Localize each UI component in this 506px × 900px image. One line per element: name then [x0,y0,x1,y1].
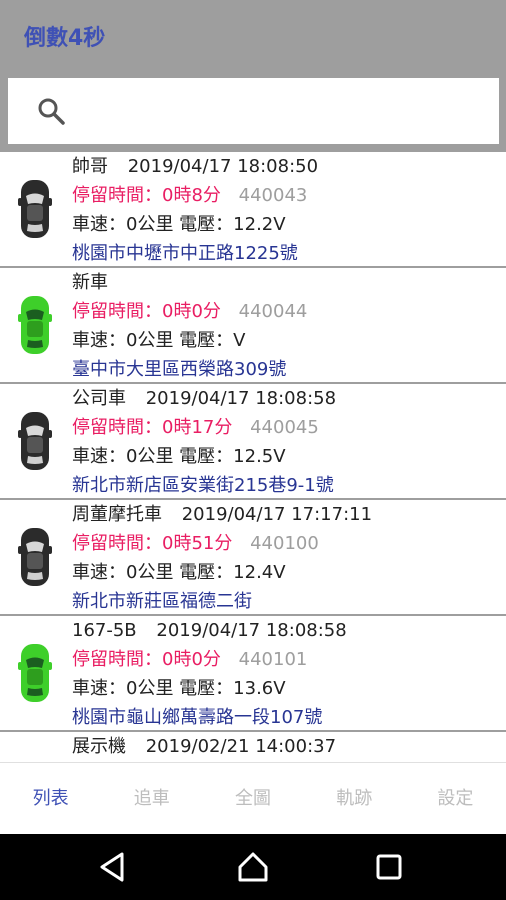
tab-trajectory[interactable]: 軌跡 [304,763,405,834]
vehicle-list[interactable]: 帥哥 2019/04/17 18:08:50 停留時間：0時8分 440043 … [0,152,506,762]
car-icon-green [18,644,52,702]
home-icon[interactable] [236,850,270,884]
vehicle-timestamp: 2019/04/17 17:17:11 [181,504,373,525]
tab-full-map[interactable]: 全圖 [202,763,303,834]
car-icon-green [18,296,52,354]
vehicle-timestamp: 2019/04/17 18:08:58 [145,388,337,409]
vehicle-header: 公司車 2019/04/17 18:08:58 [72,387,336,411]
vehicle-status: 車速：0公里 電壓：12.2V [72,214,286,235]
vehicle-name: 展示機 [72,736,126,757]
vehicle-header: 周董摩托車 2019/04/17 17:17:11 [72,503,372,527]
vehicle-header: 167-5B 2019/04/17 18:08:58 [72,619,347,643]
vehicle-stay-line: 停留時間：0時0分 440044 [72,300,307,324]
car-icon-black [18,528,52,586]
stay-time: 停留時間：0時8分 [72,185,221,206]
vehicle-name: 公司車 [72,388,126,409]
car-icon-black [18,180,52,238]
vehicle-row[interactable]: 新車 停留時間：0時0分 440044 車速：0公里 電壓：V 臺中市大里區西榮… [0,268,506,384]
stay-time: 停留時間：0時51分 [72,533,233,554]
stay-time: 停留時間：0時17分 [72,417,233,438]
vehicle-timestamp: 2019/04/17 18:08:58 [156,620,347,641]
app-header: 倒數4秒 [0,0,506,152]
car-icon-black [18,412,52,470]
vehicle-address: 新北市新店區安業街215巷9-1號 [72,475,334,496]
vehicle-stay-line: 停留時間：0時51分 440100 [72,532,319,556]
device-id: 440043 [238,185,308,206]
vehicle-stay-line: 停留時間：0時8分 440043 [72,184,307,208]
vehicle-name: 帥哥 [72,156,108,177]
vehicle-address: 新北市新莊區福德二街 [72,591,252,612]
app-title: 倒數4秒 [24,26,106,51]
vehicle-timestamp: 2019/02/21 14:00:37 [145,736,337,757]
vehicle-name: 周董摩托車 [72,504,162,525]
vehicle-name: 167-5B [72,620,137,641]
vehicle-address: 桃園市龜山鄉萬壽路一段107號 [72,707,323,728]
vehicle-status: 車速：0公里 電壓：12.4V [72,562,286,583]
bottom-tab-bar: 列表 追車 全圖 軌跡 設定 [0,762,506,834]
vehicle-address: 桃園市中壢市中正路1225號 [72,243,298,264]
stay-time: 停留時間：0時0分 [72,649,221,670]
device-id: 440100 [250,533,319,554]
back-icon[interactable] [96,850,130,884]
vehicle-header: 展示機 2019/02/21 14:00:37 [72,735,336,759]
search-box[interactable] [8,78,499,144]
system-nav-bar [0,834,506,900]
vehicle-timestamp: 2019/04/17 18:08:50 [127,156,319,177]
vehicle-row[interactable]: 帥哥 2019/04/17 18:08:50 停留時間：0時8分 440043 … [0,152,506,268]
search-icon[interactable] [36,96,66,126]
vehicle-status: 車速：0公里 電壓：12.5V [72,446,286,467]
recents-icon[interactable] [372,850,406,884]
vehicle-status: 車速：0公里 電壓：V [72,330,246,351]
vehicle-name: 新車 [72,272,108,293]
stay-time: 停留時間：0時0分 [72,301,221,322]
vehicle-header: 帥哥 2019/04/17 18:08:50 [72,155,318,179]
tab-list[interactable]: 列表 [0,763,101,834]
tab-track-car[interactable]: 追車 [101,763,202,834]
vehicle-stay-line: 停留時間：0時0分 440101 [72,648,307,672]
vehicle-row[interactable]: 167-5B 2019/04/17 18:08:58 停留時間：0時0分 440… [0,616,506,732]
vehicle-status: 車速：0公里 電壓：13.6V [72,678,286,699]
vehicle-header: 新車 [72,271,128,295]
vehicle-row[interactable]: 展示機 2019/02/21 14:00:37 [0,732,506,762]
vehicle-row[interactable]: 公司車 2019/04/17 18:08:58 停留時間：0時17分 44004… [0,384,506,500]
device-id: 440045 [250,417,319,438]
device-id: 440044 [238,301,308,322]
vehicle-row[interactable]: 周董摩托車 2019/04/17 17:17:11 停留時間：0時51分 440… [0,500,506,616]
vehicle-address: 臺中市大里區西榮路309號 [72,359,287,380]
device-id: 440101 [238,649,308,670]
tab-settings[interactable]: 設定 [405,763,506,834]
vehicle-stay-line: 停留時間：0時17分 440045 [72,416,319,440]
